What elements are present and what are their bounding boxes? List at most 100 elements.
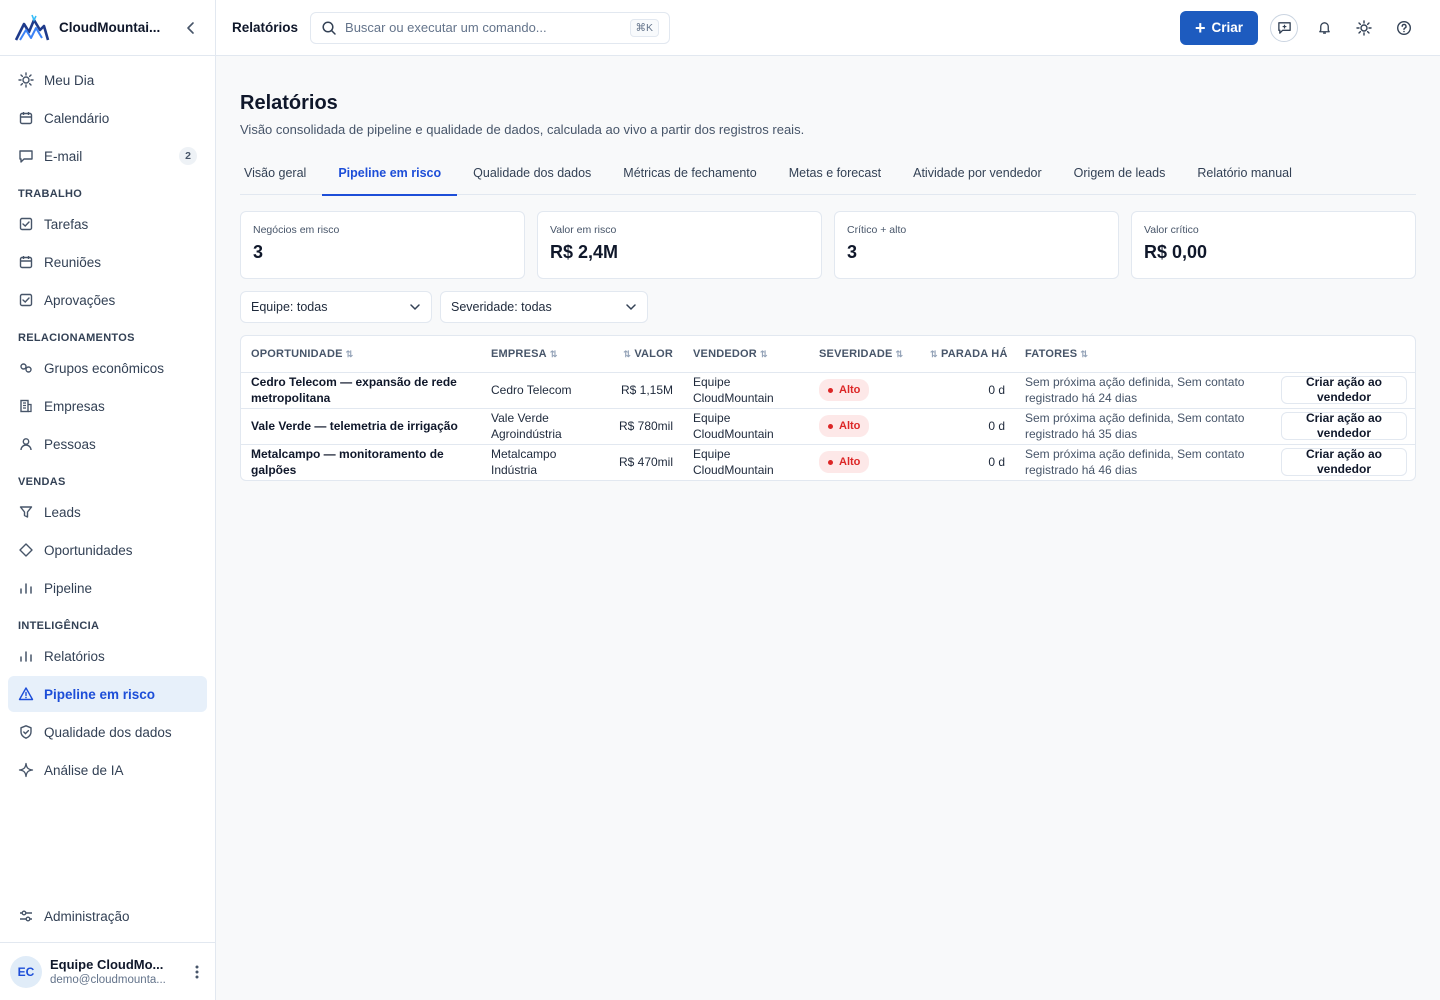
column-header-seller[interactable]: VENDEDOR ⇅: [683, 336, 809, 373]
sidebar-item-label: Empresas: [44, 398, 105, 414]
theme-toggle-button[interactable]: [1344, 11, 1384, 45]
sidebar-item-pipeline-em-risco[interactable]: Pipeline em risco: [8, 676, 207, 712]
sidebar-item-label: Pipeline: [44, 580, 93, 596]
sidebar-item-meu-dia[interactable]: Meu Dia: [8, 62, 207, 98]
sidebar-item-label: Oportunidades: [44, 542, 133, 558]
sidebar-item-qualidade-dos-dados[interactable]: Qualidade dos dados: [8, 714, 207, 750]
create-seller-action-button[interactable]: Criar ação ao vendedor: [1281, 375, 1407, 404]
checkbox-icon: [18, 292, 34, 308]
bell-icon: [1318, 22, 1330, 34]
team-filter-select[interactable]: Equipe: todas: [240, 291, 432, 323]
column-header-actions: [1270, 336, 1415, 373]
funnel-icon: [18, 504, 34, 520]
sun-icon: [18, 72, 34, 88]
user-menu-button[interactable]: [189, 965, 205, 979]
create-seller-action-button[interactable]: Criar ação ao vendedor: [1281, 447, 1407, 477]
search-placeholder: Buscar ou executar um comando...: [345, 20, 547, 35]
column-header-factors[interactable]: FATORES ⇅: [1015, 336, 1270, 373]
brand: CloudMountai...: [0, 0, 215, 56]
command-search[interactable]: Buscar ou executar um comando... ⌘K: [310, 11, 671, 44]
kpi-value: 3: [847, 242, 858, 262]
user-card[interactable]: EC Equipe CloudMo... demo@cloudmounta...: [0, 942, 215, 1000]
sidebar-item-grupos-economicos[interactable]: Grupos econômicos: [8, 350, 207, 386]
sidebar-item-tarefas[interactable]: Tarefas: [8, 206, 207, 242]
column-header-stalled[interactable]: ⇅ PARADA HÁ: [917, 336, 1015, 373]
link-icon: [18, 360, 34, 376]
sidebar-item-reunioes[interactable]: Reuniões: [8, 244, 207, 280]
sidebar-item-label: Grupos econômicos: [44, 360, 165, 376]
sidebar-item-e-mail[interactable]: E-mail 2: [8, 138, 207, 174]
severity-dot: [828, 459, 833, 465]
table-row[interactable]: Cedro Telecom — expansão de rede metropo…: [241, 372, 1415, 409]
column-header-company[interactable]: EMPRESA ⇅: [481, 336, 591, 373]
column-header-opportunity[interactable]: OPORTUNIDADE ⇅: [241, 336, 481, 373]
chevron-down-icon: [409, 301, 421, 313]
team-filter-value: Equipe: todas: [251, 300, 328, 314]
topbar: Relatórios Buscar ou executar um comando…: [216, 0, 1440, 56]
page-title: Relatórios: [240, 92, 338, 114]
sidebar-item-administracao[interactable]: Administração: [8, 898, 207, 934]
topbar-title: Relatórios: [232, 20, 299, 35]
sun-icon: [1356, 19, 1372, 36]
severity-label: Alto: [839, 420, 861, 432]
sidebar-item-empresas[interactable]: Empresas: [8, 388, 207, 424]
feedback-button[interactable]: [1264, 11, 1304, 45]
create-seller-action-button[interactable]: Criar ação ao vendedor: [1281, 411, 1407, 440]
table-row[interactable]: Metalcampo — monitoramento de galpões Met…: [241, 444, 1415, 480]
sidebar-item-leads[interactable]: Leads: [8, 494, 207, 530]
create-button[interactable]: + Criar: [1179, 10, 1258, 45]
sidebar-item-label: Aprovações: [44, 292, 116, 308]
tab-metas-e-forecast[interactable]: Metas e forecast: [773, 161, 897, 195]
table-row[interactable]: Vale Verde — telemetria de irrigação Vale…: [241, 408, 1415, 445]
stalled-days: 0 d: [917, 408, 1015, 445]
create-button-label: Criar: [1211, 20, 1243, 35]
shortcut-hint: ⌘K: [629, 18, 660, 37]
kpi-label: Negócios em risco: [253, 224, 340, 236]
help-button[interactable]: [1384, 11, 1424, 45]
sidebar-item-pessoas[interactable]: Pessoas: [8, 426, 207, 462]
tab-relatorio-manual[interactable]: Relatório manual: [1181, 161, 1308, 195]
mountain-logo-icon[interactable]: [14, 12, 50, 44]
kpi-card-valor-critico: Valor crítico R$ 0,00: [1131, 211, 1416, 279]
sidebar-item-analise-de-ia[interactable]: Análise de IA: [8, 752, 207, 788]
kpi-card-valor-em-risco: Valor em risco R$ 2,4M: [537, 211, 822, 279]
sidebar-item-label: Leads: [44, 504, 81, 520]
severity-badge: Alto: [819, 415, 870, 437]
tab-atividade-por-vendedor[interactable]: Atividade por vendedor: [897, 161, 1058, 195]
company-name: Cedro Telecom: [481, 372, 591, 409]
opportunity-name[interactable]: Vale Verde — telemetria de irrigação: [241, 408, 481, 445]
bar-chart-icon: [18, 580, 34, 596]
tab-visao-geral[interactable]: Visão geral: [240, 161, 322, 195]
notifications-button[interactable]: [1304, 11, 1344, 45]
opportunity-name[interactable]: Metalcampo — monitoramento de galpões: [241, 444, 481, 480]
tab-pipeline-em-risco[interactable]: Pipeline em risco: [322, 161, 457, 196]
kpi-value: R$ 0,00: [1144, 242, 1208, 262]
sort-icon: ⇅: [1080, 348, 1089, 359]
severity-filter-select[interactable]: Severidade: todas: [440, 291, 648, 323]
sidebar-item-label: Qualidade dos dados: [44, 724, 172, 740]
tab-origem-de-leads[interactable]: Origem de leads: [1058, 161, 1182, 195]
tab-metricas-de-fechamento[interactable]: Métricas de fechamento: [607, 161, 772, 195]
kpi-value: R$ 2,4M: [550, 242, 619, 262]
sparkle-icon: [18, 762, 34, 778]
severity-cell: Alto: [809, 372, 917, 409]
sidebar-item-label: Reuniões: [44, 254, 102, 270]
column-header-value[interactable]: ⇅ VALOR: [591, 336, 683, 373]
kpi-card-negocios-em-risco: Negócios em risco 3: [240, 211, 525, 279]
page-subtitle: Visão consolidada de pipeline e qualidad…: [240, 122, 805, 137]
severity-label: Alto: [839, 384, 861, 396]
report-tabs: Visão geral Pipeline em risco Qualidade do…: [240, 161, 1416, 196]
sidebar-item-aprovacoes[interactable]: Aprovações: [8, 282, 207, 318]
bar-chart-icon: [18, 648, 34, 664]
column-header-severity[interactable]: SEVERIDADE ⇅: [809, 336, 917, 373]
sidebar-item-calendario[interactable]: Calendário: [8, 100, 207, 136]
kpi-label: Valor em risco: [550, 224, 617, 236]
sort-icon: ⇅: [345, 348, 354, 359]
opportunity-name[interactable]: Cedro Telecom — expansão de rede metropo…: [241, 372, 481, 409]
sidebar-item-pipeline[interactable]: Pipeline: [8, 570, 207, 606]
sidebar-item-oportunidades[interactable]: Oportunidades: [8, 532, 207, 568]
collapse-sidebar-button[interactable]: [181, 18, 201, 38]
sidebar-item-relatorios[interactable]: Relatórios: [8, 638, 207, 674]
tab-qualidade-dos-dados[interactable]: Qualidade dos dados: [457, 161, 607, 195]
kpi-value: 3: [253, 242, 264, 262]
